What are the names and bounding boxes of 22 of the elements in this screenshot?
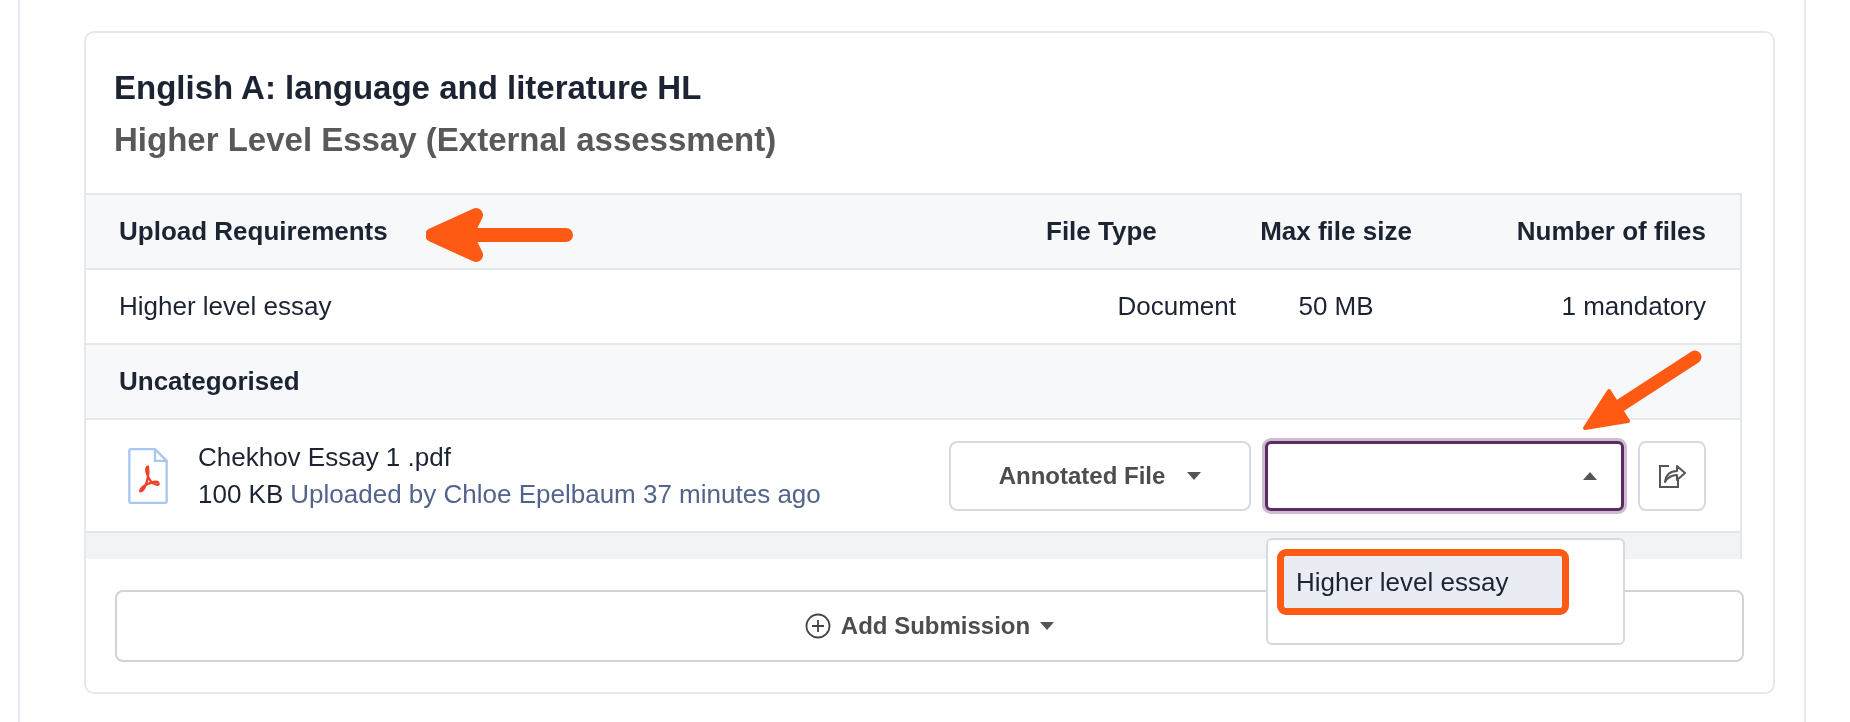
assessment-subtitle: Higher Level Essay (External assessment) — [114, 121, 778, 159]
table-cell: Higher level essay — [119, 291, 332, 322]
column-header: Number of files — [1515, 216, 1706, 247]
file-type-dropdown[interactable]: Annotated File — [949, 440, 1251, 511]
pdf-file-icon — [128, 447, 168, 504]
table-cell-text: 50 MB — [1297, 291, 1375, 322]
column-header: Upload Requirements — [119, 216, 388, 247]
plus-circle-icon — [804, 613, 831, 639]
column-header: Max file size — [1259, 216, 1413, 247]
caret-icon — [1187, 471, 1202, 480]
group-label: Uncategorised — [119, 366, 300, 397]
column-header: File Type — [1045, 216, 1158, 247]
share-button[interactable] — [1638, 440, 1706, 511]
table-cell-text: 1 mandatory — [1560, 291, 1706, 322]
requirement-select[interactable] — [1265, 440, 1624, 511]
table-cell-text: Document — [1116, 291, 1236, 322]
upload-info: Uploaded by Chloe Epelbaum 37 minutes ago — [290, 478, 821, 510]
caret-icon — [1583, 471, 1597, 480]
course-title: English A: language and literature HL — [114, 69, 703, 107]
caret-icon — [1040, 622, 1055, 630]
file-name: Chekhov Essay 1 .pdf — [198, 441, 452, 473]
file-size: 100 KB — [198, 478, 284, 510]
